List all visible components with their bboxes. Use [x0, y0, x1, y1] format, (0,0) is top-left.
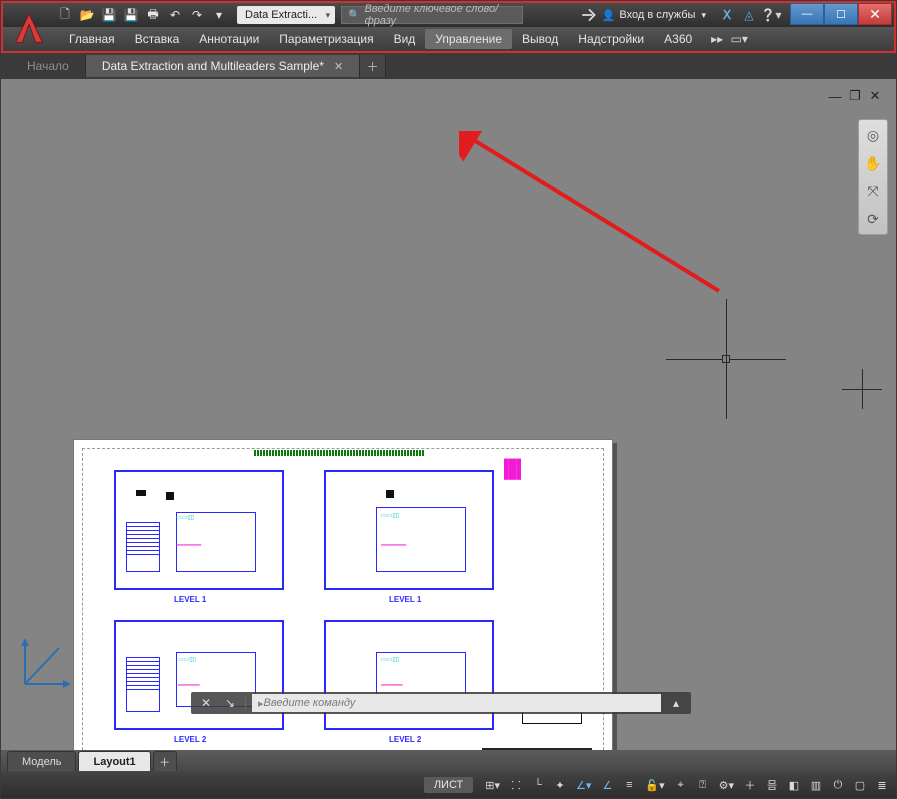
crosshair-marker [842, 369, 882, 409]
orbit-icon[interactable]: ⟳ [862, 208, 884, 230]
viewport-floorplan: ▭▭▯▯ ━━━━━━━ [114, 470, 284, 590]
help-icon[interactable]: ❔▾ [762, 6, 780, 24]
minimize-button[interactable]: — [790, 3, 824, 25]
customize-status-icon[interactable]: ≣ [872, 775, 892, 795]
model-tab[interactable]: Модель [7, 751, 76, 771]
saveas-icon[interactable]: 💾 [121, 6, 141, 24]
command-line: ✕ ↘ Введите команду ▴ [191, 692, 691, 714]
tab-a360[interactable]: A360 [654, 29, 702, 49]
clean-screen-icon[interactable]: ▢ [850, 775, 870, 795]
window-controls: — ☐ ✕ [790, 5, 892, 25]
add-layout-tab[interactable]: ＋ [153, 751, 177, 771]
units-icon[interactable]: 믐 [762, 775, 782, 795]
polar-toggle-icon[interactable]: ✦ [550, 775, 570, 795]
model-paper-toggle[interactable]: ЛИСТ [424, 777, 473, 793]
landscape-strip [254, 450, 424, 456]
signin-button[interactable]: 👤 Вход в службы [602, 9, 714, 22]
tab-output[interactable]: Вывод [512, 29, 568, 49]
quick-properties-icon[interactable]: ◧ [784, 775, 804, 795]
open-file-icon[interactable]: 📂 [77, 6, 97, 24]
level-label: LEVEL 1 [389, 595, 421, 604]
anno-autoscale-icon[interactable]: ⍰ [693, 775, 713, 795]
layout-tab-bar: Модель Layout1 ＋ [1, 750, 896, 772]
osnap-toggle-icon[interactable]: ∠▾ [572, 775, 595, 795]
navigation-bar: ◎ ✋ ⤧ ⟳ [858, 119, 888, 235]
level-label: LEVEL 2 [389, 735, 421, 744]
steering-wheel-icon[interactable]: ◎ [862, 124, 884, 146]
level-label: LEVEL 1 [174, 595, 206, 604]
undo-icon[interactable]: ↶ [165, 6, 185, 24]
doc-minimize-icon[interactable]: — [828, 89, 842, 103]
otrack-toggle-icon[interactable]: ∠ [597, 775, 617, 795]
pan-icon[interactable]: ✋ [862, 152, 884, 174]
hardware-accel-icon[interactable]: ⏻ [828, 775, 848, 795]
a360-icon[interactable]: ◬ [740, 6, 758, 24]
close-tab-icon[interactable]: ✕ [334, 60, 343, 73]
qat-more-icon[interactable]: ▾ [209, 6, 229, 24]
workspace-icon[interactable]: ⚙▾ [715, 775, 738, 795]
person-icon: 👤 [602, 9, 616, 22]
isolate-objects-icon[interactable]: ▥ [806, 775, 826, 795]
file-tabs: Начало Data Extraction and Multileaders … [1, 53, 896, 79]
tab-home[interactable]: Главная [59, 29, 125, 49]
ribbon-tabs: Главная Вставка Аннотации Параметризация… [1, 27, 896, 53]
cmdline-expand-icon[interactable]: ▴ [667, 694, 685, 712]
ribbon-cycle-icon[interactable]: ▸▸ [708, 30, 726, 48]
cmdline-recent-icon[interactable]: ↘ [221, 694, 239, 712]
annotation-arrow [459, 131, 739, 301]
lineweight-toggle-icon[interactable]: ≡ [619, 775, 639, 795]
redo-icon[interactable]: ↷ [187, 6, 207, 24]
document-title-dropdown[interactable]: Data Extracti... [237, 6, 335, 24]
tab-manage[interactable]: Управление [425, 29, 512, 49]
zoom-extents-icon[interactable]: ⤧ [862, 180, 884, 202]
tab-insert[interactable]: Вставка [125, 29, 190, 49]
infocenter-search[interactable]: Введите ключевое слово/фразу [341, 6, 523, 24]
title-bar: 🗋 📂 💾 💾 🖶 ↶ ↷ ▾ Data Extracti... Введите… [1, 1, 896, 27]
exchange-apps-icon[interactable]: Ⅹ [718, 6, 736, 24]
new-tab-button[interactable]: ＋ [360, 55, 386, 77]
grid-toggle-icon[interactable]: ⊞▾ [481, 775, 504, 795]
tab-view[interactable]: Вид [384, 29, 426, 49]
doc-restore-icon[interactable]: ❐ [848, 89, 862, 103]
ucs-icon [19, 634, 75, 690]
app-logo-button[interactable] [3, 3, 55, 55]
command-input[interactable]: Введите команду [252, 694, 661, 712]
layout1-tab[interactable]: Layout1 [78, 751, 150, 771]
document-tab[interactable]: Data Extraction and Multileaders Sample*… [86, 55, 360, 77]
snap-toggle-icon[interactable]: ⸬ [506, 775, 526, 795]
tab-addins[interactable]: Надстройки [568, 29, 654, 49]
signin-label: Вход в службы [619, 9, 695, 21]
titleblock-text [482, 746, 592, 750]
cmdline-customize-icon[interactable]: ✕ [197, 694, 215, 712]
status-bar: ЛИСТ ⊞▾ ⸬ └ ✦ ∠▾ ∠ ≡ 🔓▾ ⌖ ⍰ ⚙▾ ＋ 믐 ◧ ▥ ⏻… [1, 772, 896, 798]
plot-icon[interactable]: 🖶 [143, 6, 163, 24]
viewport-floorplan: ▭▭▯▯ ━━━━━━━ [324, 470, 494, 590]
document-tab-label: Data Extraction and Multileaders Sample* [102, 59, 324, 73]
document-window-controls: — ❐ ✕ [828, 89, 882, 103]
ribbon-minimize-icon[interactable]: ▭▾ [730, 30, 748, 48]
crosshair-cursor [666, 299, 786, 419]
app-window: 🗋 📂 💾 💾 🖶 ↶ ↷ ▾ Data Extracti... Введите… [0, 0, 897, 799]
ortho-toggle-icon[interactable]: └ [528, 775, 548, 795]
search-submit-icon[interactable] [580, 6, 598, 24]
save-icon[interactable]: 💾 [99, 6, 119, 24]
close-button[interactable]: ✕ [858, 3, 892, 25]
start-tab[interactable]: Начало [11, 55, 86, 77]
doc-close-icon[interactable]: ✕ [868, 89, 882, 103]
tab-annotate[interactable]: Аннотации [189, 29, 269, 49]
tab-parametric[interactable]: Параметризация [269, 29, 383, 49]
anno-scale-icon[interactable]: 🔓▾ [641, 775, 668, 795]
callout-text: ████████████ [504, 460, 521, 481]
annotation-monitor-icon[interactable]: ＋ [740, 775, 760, 795]
maximize-button[interactable]: ☐ [824, 3, 858, 25]
new-file-icon[interactable]: 🗋 [55, 6, 75, 24]
quick-access-toolbar: 🗋 📂 💾 💾 🖶 ↶ ↷ ▾ [55, 6, 229, 24]
drawing-area[interactable]: — ❐ ✕ ◎ ✋ ⤧ ⟳ ▭▭▯▯ ━━━━━━━ [1, 79, 896, 750]
anno-visibility-icon[interactable]: ⌖ [671, 775, 691, 795]
level-label: LEVEL 2 [174, 735, 206, 744]
